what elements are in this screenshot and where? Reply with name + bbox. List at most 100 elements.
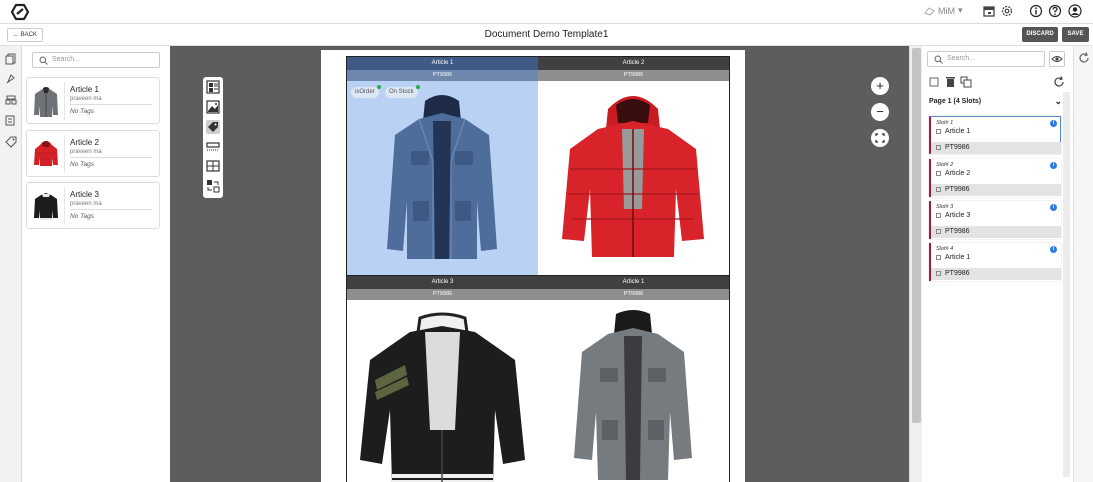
copy-icon[interactable] bbox=[960, 76, 972, 88]
list-icon[interactable] bbox=[5, 115, 17, 127]
blue-jacket-image bbox=[387, 95, 497, 259]
tag-icon[interactable] bbox=[5, 136, 17, 148]
help-icon[interactable] bbox=[1048, 4, 1062, 18]
slot-article-code: PT9986 bbox=[945, 270, 970, 277]
checkbox[interactable] bbox=[936, 228, 941, 234]
checkbox[interactable] bbox=[936, 144, 941, 150]
slot-cell-2[interactable]: Article 2 PT9986 bbox=[538, 57, 729, 275]
card-rule bbox=[70, 104, 152, 105]
row-layout-icon[interactable] bbox=[206, 140, 220, 154]
cell-image-area[interactable]: isOrder On Stock bbox=[347, 81, 538, 275]
fit-screen-button[interactable] bbox=[871, 129, 889, 147]
article-tags: No Tags bbox=[70, 161, 94, 168]
red-jacket-thumbnail bbox=[34, 141, 58, 166]
refresh-icon[interactable] bbox=[1078, 52, 1090, 64]
slot-code-row[interactable]: PT9986 bbox=[931, 268, 1061, 280]
slot-panel-scrollbar[interactable] bbox=[1063, 92, 1070, 477]
user-icon[interactable] bbox=[1068, 4, 1082, 18]
discard-button[interactable]: DISCARD bbox=[1022, 27, 1058, 42]
slot-card-3[interactable]: Slot# 3 i Article 3 PT9986 bbox=[929, 201, 1061, 239]
checkbox[interactable] bbox=[936, 212, 941, 218]
article-name: Article 2 bbox=[70, 138, 99, 147]
save-button[interactable]: SAVE bbox=[1062, 27, 1089, 42]
design-canvas[interactable]: + − Article 1 PT9986 isOrder On Stock Ar… bbox=[170, 46, 909, 482]
select-all-checkbox[interactable] bbox=[929, 77, 939, 87]
preview-button[interactable] bbox=[1049, 51, 1065, 67]
slot-card-2[interactable]: Slot# 2 i Article 2 PT9986 bbox=[929, 159, 1061, 197]
cell-image-area[interactable] bbox=[538, 300, 729, 482]
slot-article-row[interactable]: Article 1 bbox=[936, 128, 970, 135]
status-dot bbox=[376, 85, 381, 89]
cell-image-area[interactable] bbox=[538, 81, 729, 275]
tool-palette bbox=[203, 77, 223, 198]
slot-article-name: Article 1 bbox=[945, 254, 971, 261]
slot-panel: Search... Page 1 (4 Slots) ⌄ Slot# 1 i A… bbox=[922, 46, 1073, 482]
canvas-scrollbar[interactable] bbox=[909, 46, 922, 482]
chevron-down-icon[interactable]: ⌄ bbox=[1054, 96, 1062, 107]
article-tags: No Tags bbox=[70, 213, 94, 220]
slot-article-name: Article 3 bbox=[945, 212, 971, 219]
info-icon[interactable]: i bbox=[1050, 120, 1057, 127]
slot-code-row[interactable]: PT9986 bbox=[931, 184, 1061, 196]
info-icon[interactable]: i bbox=[1050, 162, 1057, 169]
scrollbar-thumb[interactable] bbox=[912, 48, 921, 423]
slot-article-row[interactable]: Article 3 bbox=[936, 212, 970, 219]
slot-label: Slot# 3 bbox=[936, 204, 954, 210]
page-group-header[interactable]: Page 1 (4 Slots) ⌄ bbox=[929, 96, 1062, 107]
checkbox[interactable] bbox=[936, 254, 941, 260]
checkbox[interactable] bbox=[936, 186, 941, 192]
user-menu[interactable]: MiM ▾ bbox=[924, 5, 963, 16]
slot-cell-3[interactable]: Article 3 PT9986 bbox=[347, 275, 538, 482]
checkbox[interactable] bbox=[936, 170, 941, 176]
slot-search-placeholder: Search... bbox=[947, 55, 976, 62]
slot-card-1[interactable]: Slot# 1 i Article 1 PT9986 bbox=[929, 116, 1061, 154]
article-tags: No Tags bbox=[70, 108, 94, 115]
zoom-out-button[interactable]: − bbox=[871, 103, 889, 121]
chevron-down-icon: ▾ bbox=[958, 5, 963, 15]
article-card-3[interactable]: Article 3 praveen ma No Tags bbox=[26, 182, 160, 229]
info-icon[interactable]: i bbox=[1050, 246, 1057, 253]
grid-layout-icon[interactable] bbox=[206, 80, 220, 94]
cell-article-code: PT9986 bbox=[347, 70, 538, 81]
slot-label: Slot# 1 bbox=[936, 120, 954, 126]
zoom-in-button[interactable]: + bbox=[871, 77, 889, 95]
article-card-2[interactable]: Article 2 praveen ma No Tags bbox=[26, 130, 160, 177]
slot-cell-4[interactable]: Article 1 PT9986 bbox=[538, 275, 729, 482]
slot-code-row[interactable]: PT9986 bbox=[931, 226, 1061, 238]
article-name: Article 3 bbox=[70, 190, 99, 199]
swap-icon[interactable] bbox=[206, 179, 220, 193]
slot-article-code: PT9986 bbox=[945, 144, 970, 151]
delete-icon[interactable] bbox=[945, 76, 956, 88]
slot-article-name: Article 2 bbox=[945, 170, 971, 177]
info-icon[interactable] bbox=[1029, 4, 1043, 18]
cell-image-area[interactable] bbox=[347, 300, 538, 482]
cell-article-name: Article 3 bbox=[347, 276, 538, 289]
slot-search-input[interactable]: Search... bbox=[927, 51, 1045, 67]
checkbox[interactable] bbox=[936, 270, 941, 276]
slot-article-code: PT9986 bbox=[945, 186, 970, 193]
image-frame-icon[interactable] bbox=[206, 100, 220, 114]
gear-icon[interactable] bbox=[1000, 4, 1014, 18]
article-search-input[interactable]: Search... bbox=[32, 52, 160, 68]
app-logo-icon[interactable] bbox=[10, 3, 30, 21]
table-layout-icon[interactable] bbox=[206, 159, 220, 173]
page-title: Document Demo Template1 bbox=[484, 29, 609, 40]
documents-icon[interactable] bbox=[5, 53, 17, 65]
tag-tool-icon[interactable] bbox=[206, 120, 220, 134]
left-rail bbox=[0, 46, 22, 482]
slot-cell-1[interactable]: Article 1 PT9986 isOrder On Stock bbox=[347, 57, 538, 275]
article-card-1[interactable]: Article 1 praveen ma No Tags bbox=[26, 77, 160, 124]
slot-code-row[interactable]: PT9986 bbox=[931, 142, 1061, 154]
status-badge-isorder[interactable]: isOrder bbox=[351, 85, 381, 98]
info-icon[interactable]: i bbox=[1050, 204, 1057, 211]
checkbox[interactable] bbox=[936, 128, 941, 134]
eye-icon bbox=[1051, 56, 1063, 62]
slot-article-row[interactable]: Article 1 bbox=[936, 254, 970, 261]
refresh-icon[interactable] bbox=[1053, 76, 1065, 88]
layers-icon[interactable] bbox=[5, 94, 17, 106]
calendar-icon[interactable] bbox=[982, 4, 996, 18]
red-jacket-image bbox=[562, 96, 704, 257]
slot-article-row[interactable]: Article 2 bbox=[936, 170, 970, 177]
slot-card-4[interactable]: Slot# 4 i Article 1 PT9986 bbox=[929, 243, 1061, 281]
rocket-icon[interactable] bbox=[5, 73, 17, 85]
